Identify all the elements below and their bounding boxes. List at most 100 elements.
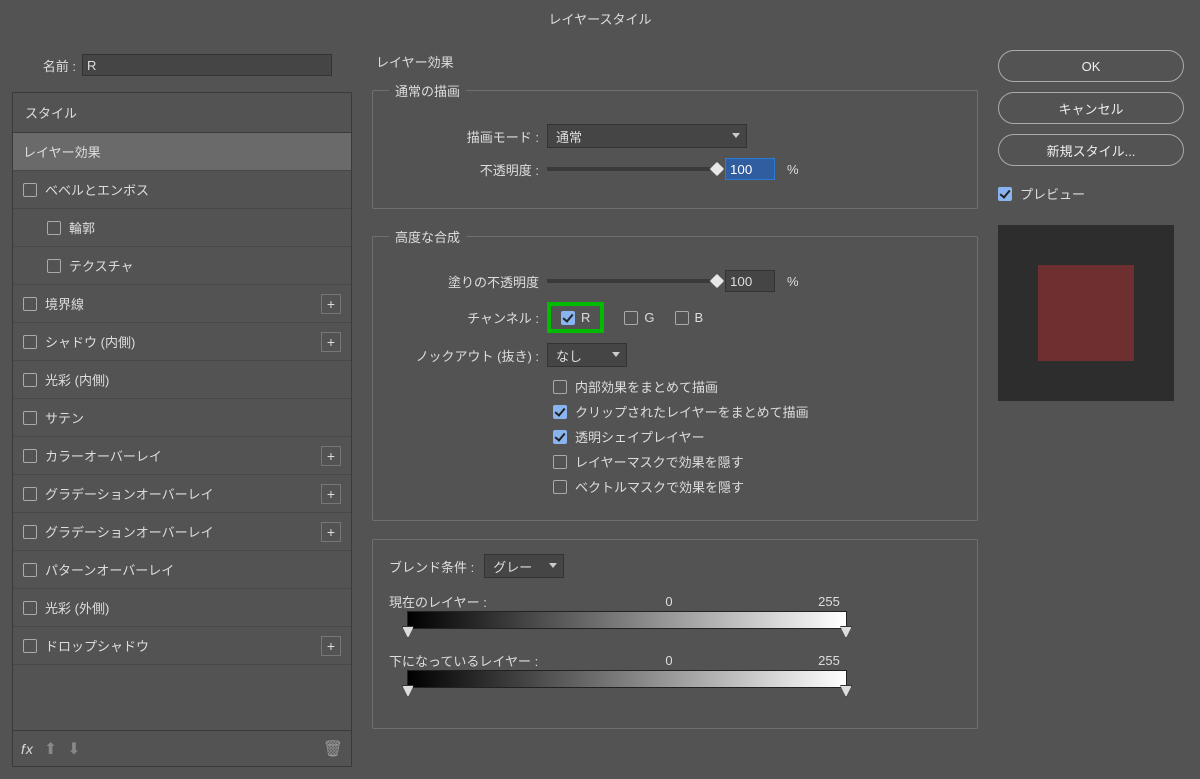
style-item-label: グラデーションオーバーレイ [45,484,214,503]
blend-mode-label: 描画モード : [389,127,539,146]
add-effect-button[interactable]: + [321,484,341,504]
channel-r-checkbox[interactable] [561,311,575,325]
channel-r-highlight: R [547,302,604,333]
style-item-2[interactable]: 輪郭 [13,209,351,247]
style-item-checkbox[interactable] [23,449,37,463]
style-item-checkbox[interactable] [23,335,37,349]
name-label: 名前 : [16,56,76,75]
blend-if-group: ブレンド条件 : グレー 現在のレイヤー : 0 255 [372,539,978,729]
style-item-label: 光彩 (外側) [45,598,109,617]
fill-opacity-label: 塗りの不透明度 [389,272,539,291]
fill-opacity-input[interactable] [725,270,775,292]
adv-check-row-3: レイヤーマスクで効果を隠す [553,452,961,471]
style-item-checkbox[interactable] [23,601,37,615]
this-layer-high-handle[interactable] [840,626,852,638]
style-item-checkbox[interactable] [23,525,37,539]
dialog-title-bar: レイヤースタイル [0,0,1200,36]
style-item-0[interactable]: レイヤー効果 [13,133,351,171]
under-layer-high-handle[interactable] [840,685,852,697]
new-style-button[interactable]: 新規スタイル... [998,134,1184,166]
adv-check-label-4: ベクトルマスクで効果を隠す [575,477,744,496]
add-effect-button[interactable]: + [321,522,341,542]
style-item-checkbox[interactable] [23,487,37,501]
knockout-select[interactable]: なし [547,343,627,367]
channel-b-label: B [695,310,704,325]
channel-g-label: G [644,310,654,325]
style-item-11[interactable]: パターンオーバーレイ [13,551,351,589]
preview-box [998,225,1174,401]
style-item-checkbox[interactable] [47,221,61,235]
under-layer-gradient[interactable] [407,670,847,688]
chevron-down-icon [612,352,620,357]
preview-checkbox[interactable] [998,187,1012,201]
adv-check-4[interactable] [553,480,567,494]
add-effect-button[interactable]: + [321,636,341,656]
styles-list: レイヤー効果ベベルとエンボス輪郭テクスチャ境界線+シャドウ (内側)+ 光彩 (内… [13,133,351,730]
style-item-checkbox[interactable] [23,411,37,425]
adv-check-label-0: 内部効果をまとめて描画 [575,377,718,396]
style-item-6[interactable]: 光彩 (内側) [13,361,351,399]
style-item-4[interactable]: 境界線+ [13,285,351,323]
move-down-icon[interactable]: ⬇ [67,739,80,759]
add-effect-button[interactable]: + [321,332,341,352]
style-item-9[interactable]: グラデーションオーバーレイ + [13,475,351,513]
channel-b-checkbox[interactable] [675,311,689,325]
blend-mode-select[interactable]: 通常 [547,124,747,148]
chevron-down-icon [732,133,740,138]
style-item-5[interactable]: シャドウ (内側)+ [13,323,351,361]
this-layer-label: 現在のレイヤー : [389,592,609,611]
dialog-title: レイヤースタイル [549,9,652,28]
trash-icon[interactable]: 🗑 [323,739,343,759]
style-item-checkbox[interactable] [23,297,37,311]
channel-g-checkbox[interactable] [624,311,638,325]
chevron-down-icon [549,563,557,568]
style-item-checkbox[interactable] [23,639,37,653]
styles-header: スタイル [13,93,351,133]
cancel-button[interactable]: キャンセル [998,92,1184,124]
name-input[interactable] [82,54,332,76]
style-item-1[interactable]: ベベルとエンボス [13,171,351,209]
style-item-8[interactable]: カラーオーバーレイ+ [13,437,351,475]
style-item-checkbox[interactable] [23,373,37,387]
advanced-blend-group: 高度な合成 塗りの不透明度 % チャンネル : R [372,227,978,521]
style-item-7[interactable]: サテン [13,399,351,437]
channel-label: チャンネル : [389,308,539,327]
adv-check-1[interactable] [553,405,567,419]
knockout-value: なし [556,346,582,365]
style-item-13[interactable]: ドロップシャドウ+ [13,627,351,665]
opacity-slider[interactable] [547,167,717,171]
this-layer-low: 0 [649,594,689,609]
this-layer-low-handle[interactable] [402,626,414,638]
adv-check-3[interactable] [553,455,567,469]
adv-check-row-1: クリップされたレイヤーをまとめて描画 [553,402,961,421]
opacity-pct: % [787,162,799,177]
adv-check-label-2: 透明シェイプレイヤー [575,427,705,446]
adv-check-label-1: クリップされたレイヤーをまとめて描画 [575,402,809,421]
add-effect-button[interactable]: + [321,294,341,314]
fx-menu[interactable]: fx [21,741,34,757]
style-item-3[interactable]: テクスチャ [13,247,351,285]
style-item-checkbox[interactable] [47,259,61,273]
adv-check-2[interactable] [553,430,567,444]
styles-panel: スタイル レイヤー効果ベベルとエンボス輪郭テクスチャ境界線+シャドウ (内側)+… [12,92,352,767]
style-item-checkbox[interactable] [23,183,37,197]
normal-blend-group: 通常の描画 描画モード : 通常 不透明度 : % [372,81,978,209]
add-effect-button[interactable]: + [321,446,341,466]
fill-opacity-slider[interactable] [547,279,717,283]
ok-button[interactable]: OK [998,50,1184,82]
adv-check-row-4: ベクトルマスクで効果を隠す [553,477,961,496]
style-item-label: 輪郭 [69,218,95,237]
blend-if-channel-select[interactable]: グレー [484,554,564,578]
opacity-input[interactable] [725,158,775,180]
this-layer-gradient[interactable] [407,611,847,629]
style-item-label: 光彩 (内側) [45,370,109,389]
layer-style-dialog: レイヤースタイル 名前 : スタイル レイヤー効果ベベルとエンボス輪郭テクスチャ… [0,0,1200,779]
adv-check-0[interactable] [553,380,567,394]
under-layer-label: 下になっているレイヤー : [389,651,609,670]
under-layer-low-handle[interactable] [402,685,414,697]
style-item-10[interactable]: グラデーションオーバーレイ+ [13,513,351,551]
style-item-checkbox[interactable] [23,563,37,577]
move-up-icon[interactable]: ⬆ [44,739,57,759]
under-layer-low: 0 [649,653,689,668]
style-item-12[interactable]: 光彩 (外側) [13,589,351,627]
